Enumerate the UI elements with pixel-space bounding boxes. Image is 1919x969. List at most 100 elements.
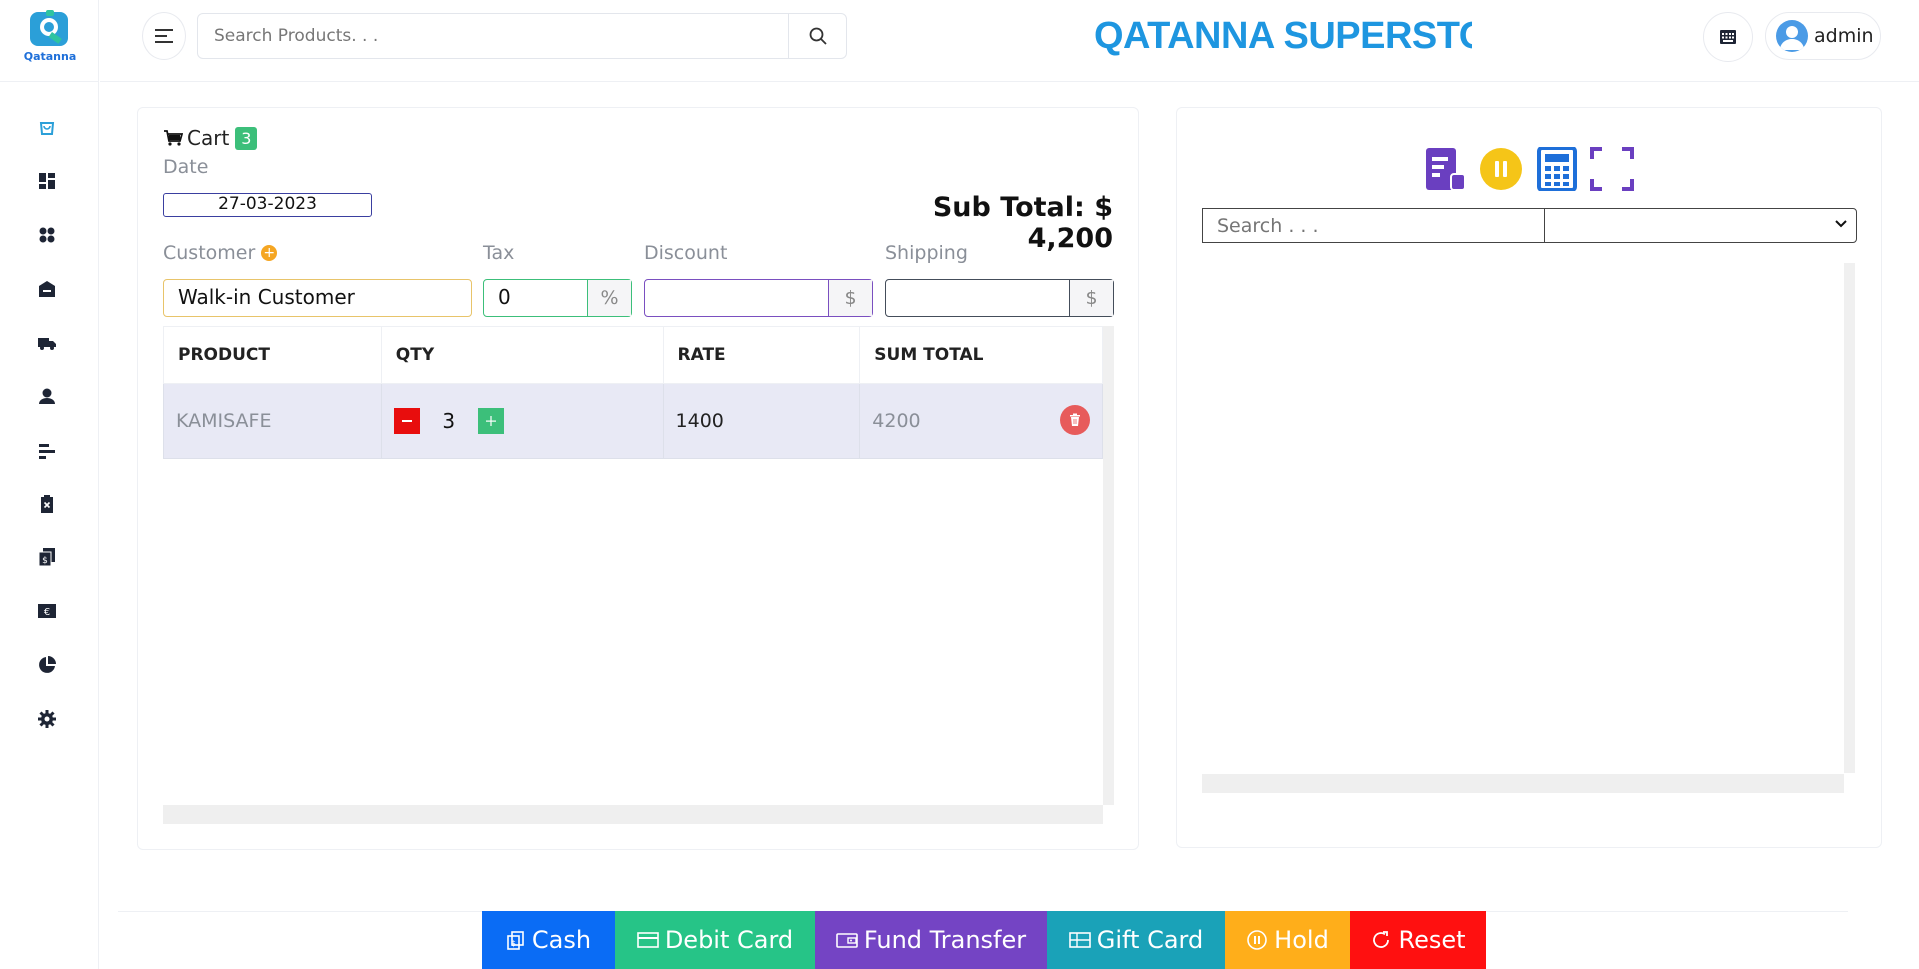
cash-icon: $ xyxy=(507,931,524,950)
invoice-button[interactable] xyxy=(1423,147,1467,191)
cart-table-wrap: PRODUCT QTY RATE SUM TOTAL KAMISAFE 3 14… xyxy=(163,326,1114,826)
reports-icon[interactable] xyxy=(36,440,58,462)
hold-list-button[interactable] xyxy=(1479,147,1523,191)
tax-field: 0 % xyxy=(483,279,632,317)
receipt-icon xyxy=(1426,148,1466,191)
increase-qty-button[interactable] xyxy=(477,408,504,434)
discount-input[interactable] xyxy=(645,280,828,316)
qty-value[interactable]: 3 xyxy=(420,409,478,433)
customer-label: Customer xyxy=(163,242,256,264)
decrease-qty-button[interactable] xyxy=(393,408,420,434)
currency-icon[interactable]: € xyxy=(36,600,58,622)
shipping-field: $ xyxy=(885,279,1114,317)
pause-circle-icon xyxy=(1247,930,1267,950)
minus-icon xyxy=(401,420,412,422)
product-grid-search-input[interactable] xyxy=(1202,208,1544,243)
warehouse-icon[interactable] xyxy=(36,278,58,300)
user-name: admin xyxy=(1814,25,1874,47)
product-search-input[interactable] xyxy=(198,14,788,58)
product-grid xyxy=(1202,263,1856,793)
shipping-input[interactable] xyxy=(886,280,1069,316)
avatar xyxy=(1776,20,1808,52)
customer-label-wrap: Customer + xyxy=(163,242,278,264)
product-search-bar xyxy=(197,13,847,59)
wallet-icon xyxy=(836,933,858,948)
user-menu-button[interactable]: admin xyxy=(1765,12,1881,60)
refresh-icon xyxy=(1373,931,1390,948)
chevron-down-icon xyxy=(1835,220,1847,228)
gift-card-button[interactable]: Gift Card xyxy=(1047,911,1225,969)
date-input[interactable]: 27-03-2023 xyxy=(163,193,372,217)
date-label: Date xyxy=(163,156,209,178)
discount-label: Discount xyxy=(644,242,728,264)
logo[interactable]: Qatanna xyxy=(22,10,78,66)
pie-chart-icon[interactable] xyxy=(36,654,58,676)
cart-count-badge: 3 xyxy=(235,126,258,150)
cart-title: Cart 3 xyxy=(163,126,258,150)
gift-card-icon xyxy=(1068,932,1091,948)
table-row: KAMISAFE 3 1400 4200 xyxy=(163,383,1103,459)
calculator-button[interactable] xyxy=(1535,147,1579,191)
customer-value: Walk-in Customer xyxy=(178,285,355,309)
header: QATANNA SUPERSTORE admin xyxy=(100,0,1919,82)
debit-card-button[interactable]: Debit Card xyxy=(615,911,815,969)
sidebar: Qatanna $ € xyxy=(0,0,99,969)
store-name: QATANNA SUPERSTORE xyxy=(1094,15,1472,57)
delete-row-button[interactable] xyxy=(1060,405,1090,435)
credit-card-icon xyxy=(637,932,659,948)
row-rate: 1400 xyxy=(662,383,861,459)
logo-text: Qatanna xyxy=(23,50,77,63)
reset-button[interactable]: Reset xyxy=(1350,911,1486,969)
customer-select[interactable]: Walk-in Customer xyxy=(163,279,472,317)
category-select[interactable] xyxy=(1544,208,1857,243)
cart-vertical-scrollbar[interactable] xyxy=(1103,326,1114,805)
truck-icon[interactable] xyxy=(36,332,58,354)
logo-icon xyxy=(30,10,70,50)
payment-bar: $ Cash Debit Card Fund Transfer Gift Car… xyxy=(482,911,1486,969)
cash-button[interactable]: $ Cash xyxy=(482,911,615,969)
user-icon[interactable] xyxy=(36,385,58,407)
row-qty: 3 xyxy=(380,383,664,459)
menu-toggle-button[interactable] xyxy=(142,12,186,60)
col-rate: RATE xyxy=(662,326,861,384)
reset-label: Reset xyxy=(1398,926,1466,954)
settings-icon[interactable] xyxy=(36,708,58,730)
tax-label: Tax xyxy=(483,242,515,264)
cart-title-label: Cart xyxy=(187,126,230,150)
returns-icon[interactable] xyxy=(36,493,58,515)
hold-button[interactable]: Hold xyxy=(1225,911,1350,969)
hamburger-icon xyxy=(155,29,173,43)
col-product: PRODUCT xyxy=(163,326,382,384)
cart-table: PRODUCT QTY RATE SUM TOTAL KAMISAFE 3 14… xyxy=(163,326,1103,459)
col-qty: QTY xyxy=(380,326,664,384)
pause-icon xyxy=(1480,148,1522,190)
discount-field: $ xyxy=(644,279,873,317)
add-customer-icon[interactable]: + xyxy=(261,245,278,261)
col-sum-total: SUM TOTAL xyxy=(859,326,1103,384)
cash-label: Cash xyxy=(531,926,592,954)
shipping-label: Shipping xyxy=(885,242,968,264)
row-product: KAMISAFE xyxy=(163,383,382,459)
search-icon xyxy=(809,27,827,45)
tax-input[interactable]: 0 xyxy=(484,280,587,316)
debit-card-label: Debit Card xyxy=(664,926,794,954)
keyboard-button[interactable] xyxy=(1703,12,1753,62)
search-button[interactable] xyxy=(788,14,846,58)
svg-text:$: $ xyxy=(511,939,516,948)
gift-card-label: Gift Card xyxy=(1096,926,1204,954)
grid-horizontal-scrollbar[interactable] xyxy=(1202,774,1844,793)
expenses-icon[interactable]: $ xyxy=(36,546,58,568)
dashboard-icon[interactable] xyxy=(36,170,58,192)
cart-horizontal-scrollbar[interactable] xyxy=(163,805,1103,824)
tax-unit: % xyxy=(587,280,631,316)
shopping-bag-icon[interactable] xyxy=(36,116,58,138)
products-icon[interactable] xyxy=(36,224,58,246)
discount-unit: $ xyxy=(828,280,872,316)
table-header-row: PRODUCT QTY RATE SUM TOTAL xyxy=(163,326,1103,384)
fullscreen-icon xyxy=(1590,147,1634,191)
fullscreen-button[interactable] xyxy=(1590,147,1634,191)
grid-vertical-scrollbar[interactable] xyxy=(1844,263,1855,773)
svg-text:$: $ xyxy=(42,556,48,566)
calculator-icon xyxy=(1537,147,1577,191)
fund-transfer-button[interactable]: Fund Transfer xyxy=(815,911,1047,969)
